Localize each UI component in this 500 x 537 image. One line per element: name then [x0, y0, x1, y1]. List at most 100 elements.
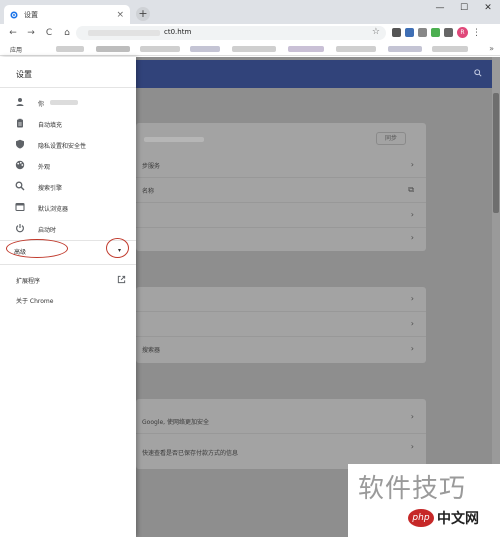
logo-text: 中文网	[437, 511, 479, 527]
bookmark-star-icon[interactable]: ☆	[372, 27, 380, 37]
settings-row[interactable]: 步服务 ›	[136, 153, 426, 178]
autofill-card: › › 搜索器 ›	[136, 287, 426, 363]
drawer-title: 设置	[16, 70, 32, 79]
window-controls: — ☐ ✕	[428, 0, 500, 18]
bookmark-item[interactable]	[56, 46, 84, 52]
bookmark-item[interactable]	[388, 46, 422, 52]
blurred-url-prefix	[88, 30, 160, 36]
back-icon[interactable]: ←	[6, 28, 20, 38]
sidebar-item-privacy[interactable]: 隐私设置和安全性	[0, 135, 136, 155]
tab-settings[interactable]: 设置 ×	[4, 5, 130, 24]
bookmark-item[interactable]	[288, 46, 324, 52]
home-icon[interactable]: ⌂	[60, 28, 74, 38]
settings-header	[136, 60, 492, 88]
chevron-right-icon: ›	[410, 344, 414, 353]
blurred-name	[50, 100, 78, 105]
bookmark-apps[interactable]: 应用	[10, 45, 22, 54]
extension-icon[interactable]	[444, 28, 453, 37]
sync-button[interactable]: 同步	[376, 132, 406, 145]
profile-avatar[interactable]: R	[457, 27, 468, 38]
chevron-right-icon: ›	[410, 294, 414, 303]
divider	[0, 87, 136, 88]
new-tab-button[interactable]: +	[136, 7, 150, 21]
gear-icon	[10, 10, 18, 19]
close-window-button[interactable]: ✕	[476, 0, 500, 18]
settings-row[interactable]: 搜索器 ›	[136, 337, 426, 362]
sidebar-item-label: 启动时	[38, 227, 57, 234]
bookmark-item[interactable]	[232, 46, 276, 52]
sidebar-item-appearance[interactable]: 外观	[0, 156, 136, 176]
chevron-right-icon: ›	[410, 210, 414, 219]
row-label: 搜索器	[142, 347, 161, 354]
scrollbar-thumb[interactable]	[493, 93, 499, 213]
row-label: 名称	[142, 188, 155, 195]
palette-icon	[15, 160, 25, 170]
about-chrome-link[interactable]: 关于 Chrome	[16, 296, 53, 305]
watermark-text: 软件技巧	[358, 474, 467, 504]
bookmark-item[interactable]	[140, 46, 180, 52]
maximize-button[interactable]: ☐	[452, 0, 476, 18]
settings-row[interactable]: ›	[136, 287, 426, 312]
chevron-right-icon: ›	[410, 160, 414, 169]
sidebar-item-default-browser[interactable]: 默认浏览器	[0, 198, 136, 218]
menu-icon[interactable]: ⋮	[472, 28, 481, 38]
clipboard-icon	[15, 118, 25, 128]
extension-icon[interactable]	[431, 28, 440, 37]
search-icon[interactable]	[474, 69, 482, 79]
row-label: 步服务	[142, 163, 161, 170]
chevron-right-icon: ›	[410, 233, 414, 242]
sidebar-item-label: 自动填充	[38, 122, 63, 129]
row-label: 快速查看是否已保存付款方式的信息	[142, 450, 239, 457]
extension-icon[interactable]	[392, 28, 401, 37]
bookmarks-overflow-icon[interactable]: »	[489, 44, 494, 53]
chevron-right-icon: ›	[410, 412, 414, 421]
extension-icons: R ⋮	[392, 27, 481, 38]
settings-row[interactable]: 名称 ⧉	[136, 178, 426, 203]
url-text: ct0.htm	[164, 28, 192, 36]
minimize-button[interactable]: —	[428, 0, 452, 18]
tab-title: 设置	[24, 10, 38, 19]
reload-icon[interactable]: C	[42, 28, 56, 38]
open-external-icon[interactable]	[117, 275, 126, 284]
bookmark-item[interactable]	[96, 46, 130, 52]
settings-drawer: 设置 你 自动填充 隐私设置和安全性 外观 搜索引擎 默认浏览器 启动时 高级 …	[0, 57, 136, 537]
sidebar-item-on-startup[interactable]: 启动时	[0, 219, 136, 239]
sidebar-item-label: 外观	[38, 164, 51, 171]
tab-close-icon[interactable]: ×	[116, 10, 124, 20]
bookmark-item[interactable]	[432, 46, 468, 52]
title-bar: 设置 × + — ☐ ✕	[0, 0, 500, 24]
settings-row[interactable]: ›	[136, 203, 426, 228]
watermark: 软件技巧 php 中文网	[348, 464, 500, 537]
divider	[0, 264, 136, 265]
extension-icon[interactable]	[418, 28, 427, 37]
sidebar-item-you[interactable]: 你	[0, 93, 136, 113]
bookmark-item[interactable]	[190, 46, 220, 52]
sidebar-item-label: 隐私设置和安全性	[38, 143, 87, 150]
address-bar[interactable]: ct0.htm ☆	[76, 26, 386, 40]
sidebar-item-autofill[interactable]: 自动填充	[0, 114, 136, 134]
settings-row[interactable]: 快速查看是否已保存付款方式的信息 ›	[136, 434, 426, 464]
search-icon	[15, 181, 25, 191]
sidebar-item-search-engine[interactable]: 搜索引擎	[0, 177, 136, 197]
extensions-link[interactable]: 扩展程序	[16, 276, 40, 285]
sidebar-item-label: 你	[38, 101, 45, 108]
browser-window-icon	[15, 202, 25, 212]
power-icon	[15, 223, 25, 233]
sidebar-item-label: 搜索引擎	[38, 185, 63, 192]
php-cn-logo: php 中文网	[408, 508, 479, 528]
sidebar-item-label: 默认浏览器	[38, 206, 69, 213]
row-label: Google, 使网络更加安全	[142, 419, 209, 426]
settings-row[interactable]: ›	[136, 312, 426, 337]
shield-icon	[15, 139, 25, 149]
extension-icon[interactable]	[405, 28, 414, 37]
settings-row[interactable]: Google, 使网络更加安全 ›	[136, 404, 426, 434]
bookmarks-bar: 应用 »	[0, 42, 500, 56]
annotation-circle-advanced	[6, 239, 68, 258]
people-card: 同步 步服务 › 名称 ⧉ › ›	[136, 123, 426, 251]
settings-row[interactable]: ›	[136, 226, 426, 251]
annotation-circle-caret	[106, 238, 129, 258]
forward-icon[interactable]: →	[24, 28, 38, 38]
logo-badge: php	[408, 509, 434, 527]
browser-toolbar: ← → C ⌂ ct0.htm ☆ R ⋮	[0, 24, 500, 42]
bookmark-item[interactable]	[336, 46, 376, 52]
